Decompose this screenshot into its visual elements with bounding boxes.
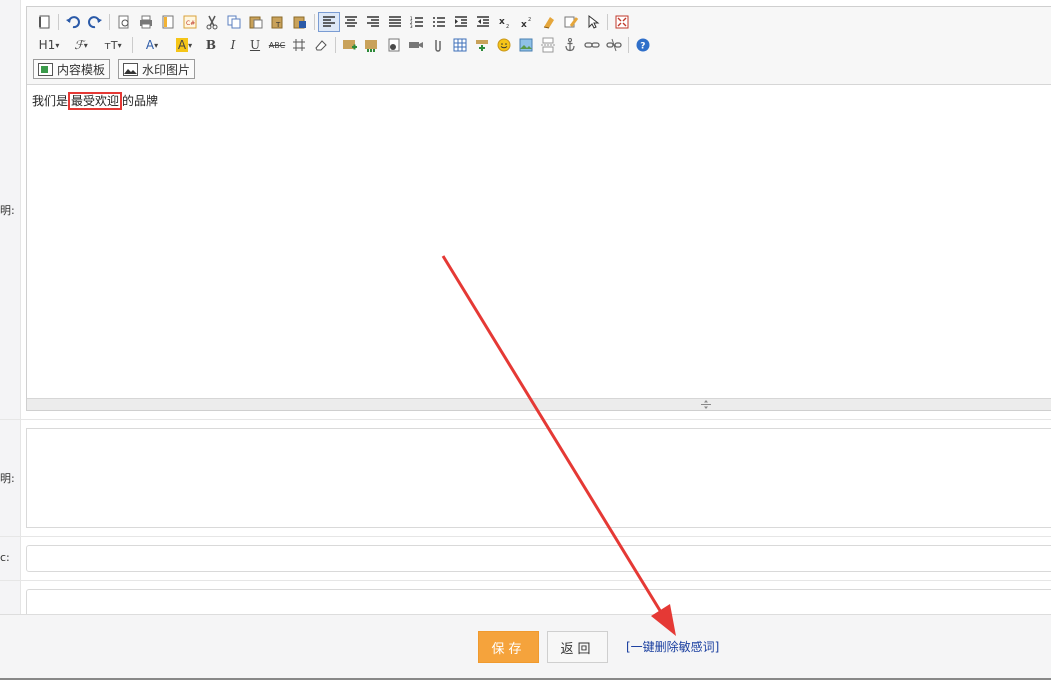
svg-text:?: ? xyxy=(640,42,645,52)
align-right-icon[interactable] xyxy=(362,12,384,32)
cut-icon[interactable] xyxy=(201,12,223,32)
row-divider xyxy=(0,419,1051,420)
fullscreen-icon[interactable] xyxy=(611,12,633,32)
anchor-icon[interactable] xyxy=(559,35,581,55)
back-button[interactable]: 返回 xyxy=(547,631,608,663)
attachment-icon[interactable] xyxy=(427,35,449,55)
svg-text:T: T xyxy=(275,21,281,29)
format-painter-icon[interactable] xyxy=(560,12,582,32)
toolbar-separator xyxy=(58,14,59,30)
subscript-icon[interactable]: x2 xyxy=(494,12,516,32)
heading-dropdown-label: H1 xyxy=(38,38,56,52)
copy-icon[interactable] xyxy=(223,12,245,32)
heading-dropdown[interactable]: H1 ▾ xyxy=(33,35,65,55)
template-page-icon[interactable] xyxy=(157,12,179,32)
background-color-icon[interactable]: A ▾ xyxy=(168,35,200,55)
label-column xyxy=(0,0,21,614)
template-icon xyxy=(38,62,53,76)
strikethrough-icon[interactable]: ABC xyxy=(266,35,288,55)
sensitive-word-highlight: 最受欢迎 xyxy=(68,92,123,110)
page-break-icon[interactable] xyxy=(537,35,559,55)
preview-icon[interactable] xyxy=(113,12,135,32)
emoticon-icon[interactable] xyxy=(493,35,515,55)
svg-text:2: 2 xyxy=(528,17,531,23)
save-button[interactable]: 保存 xyxy=(478,631,539,663)
toolbar-separator xyxy=(607,14,608,30)
content-template-label: 内容模板 xyxy=(57,62,106,77)
clear-format-icon[interactable] xyxy=(538,12,560,32)
editor-content-area[interactable]: 我们是 最受欢迎 的品牌 xyxy=(27,85,1051,399)
watermark-image-button[interactable]: 水印图片 xyxy=(118,59,196,79)
link-icon[interactable] xyxy=(581,35,603,55)
video-icon[interactable] xyxy=(405,35,427,55)
outdent-icon[interactable] xyxy=(472,12,494,32)
delete-sensitive-words-link[interactable]: [一键删除敏感词] xyxy=(626,638,719,655)
print-icon[interactable] xyxy=(135,12,157,32)
source-icon[interactable] xyxy=(33,12,55,32)
toolbar-row-1: C# T 123 x2 x2 xyxy=(33,11,633,33)
editor-field-label: 明: xyxy=(0,204,15,217)
superscript-icon[interactable]: x2 xyxy=(516,12,538,32)
resize-handle-icon[interactable] xyxy=(699,399,713,410)
help-icon[interactable]: ? xyxy=(632,35,654,55)
toolbar-separator xyxy=(314,14,315,30)
toolbar-separator xyxy=(109,14,110,30)
page: 明: 明: c: C# T 1 2 3 x 2 x 2 H1 ▾ ℱ ▾ ᴛT … xyxy=(0,0,1051,680)
toolbar-row-2: H1 ▾ ℱ ▾ ᴛT ▾ A ▾ A ▾ B I U ABC ? xyxy=(33,34,654,56)
image-insert-icon[interactable] xyxy=(339,35,361,55)
code-icon[interactable]: C# xyxy=(179,12,201,32)
paste-word-icon[interactable] xyxy=(289,12,311,32)
unordered-list-icon[interactable] xyxy=(428,12,450,32)
flash-icon[interactable] xyxy=(383,35,405,55)
italic-icon[interactable]: I xyxy=(222,35,244,55)
paste-icon[interactable] xyxy=(245,12,267,32)
svg-text:x: x xyxy=(521,20,527,30)
field-c-input[interactable] xyxy=(26,545,1051,572)
toolbar-separator xyxy=(132,37,133,53)
content-text: 我们是 xyxy=(32,94,69,108)
keywords-textarea[interactable] xyxy=(26,428,1051,528)
watermark-image-label: 水印图片 xyxy=(142,62,191,77)
editor-toolbar: C# T 123 x2 x2 H1 ▾ ℱ ▾ ᴛT ▾ A ▾ A ▾ B I… xyxy=(27,7,1051,85)
rich-text-editor: C# T 123 x2 x2 H1 ▾ ℱ ▾ ᴛT ▾ A ▾ A ▾ B I… xyxy=(26,6,1051,411)
align-center-icon[interactable] xyxy=(340,12,362,32)
font-size-dropdown[interactable]: ᴛT ▾ xyxy=(97,35,129,55)
indent-icon[interactable] xyxy=(450,12,472,32)
align-left-icon[interactable] xyxy=(318,12,340,32)
select-all-icon[interactable] xyxy=(582,12,604,32)
multi-image-icon[interactable] xyxy=(361,35,383,55)
font-color-icon[interactable]: A ▾ xyxy=(136,35,168,55)
image-icon xyxy=(123,62,139,76)
unlink-icon[interactable] xyxy=(603,35,625,55)
svg-text:3: 3 xyxy=(410,24,413,29)
horizontal-rule-icon[interactable] xyxy=(288,35,310,55)
align-justify-icon[interactable] xyxy=(384,12,406,32)
field-c-label: c: xyxy=(0,551,10,564)
undo-icon[interactable] xyxy=(62,12,84,32)
table-icon[interactable] xyxy=(449,35,471,55)
font-family-dropdown[interactable]: ℱ ▾ xyxy=(65,35,97,55)
ordered-list-icon[interactable]: 123 xyxy=(406,12,428,32)
svg-text:x: x xyxy=(499,17,505,27)
row-divider xyxy=(0,536,1051,537)
eraser-icon[interactable] xyxy=(310,35,332,55)
toolbar-row-3: 内容模板 水印图片 xyxy=(33,58,203,80)
redo-icon[interactable] xyxy=(84,12,106,32)
picture-icon[interactable] xyxy=(515,35,537,55)
form-footer: 保存 返回 [一键删除敏感词] xyxy=(0,614,1051,680)
toolbar-separator xyxy=(335,37,336,53)
content-text: 的品牌 xyxy=(122,94,159,108)
keywords-field-label: 明: xyxy=(0,472,15,485)
underline-icon[interactable]: U xyxy=(244,35,266,55)
insert-row-icon[interactable] xyxy=(471,35,493,55)
svg-text:2: 2 xyxy=(506,24,509,30)
row-divider xyxy=(0,580,1051,581)
editor-statusbar xyxy=(27,398,1051,410)
content-template-button[interactable]: 内容模板 xyxy=(33,59,111,79)
bold-icon[interactable]: B xyxy=(200,35,222,55)
paste-text-icon[interactable]: T xyxy=(267,12,289,32)
svg-text:C#: C# xyxy=(186,20,195,27)
toolbar-separator xyxy=(628,37,629,53)
